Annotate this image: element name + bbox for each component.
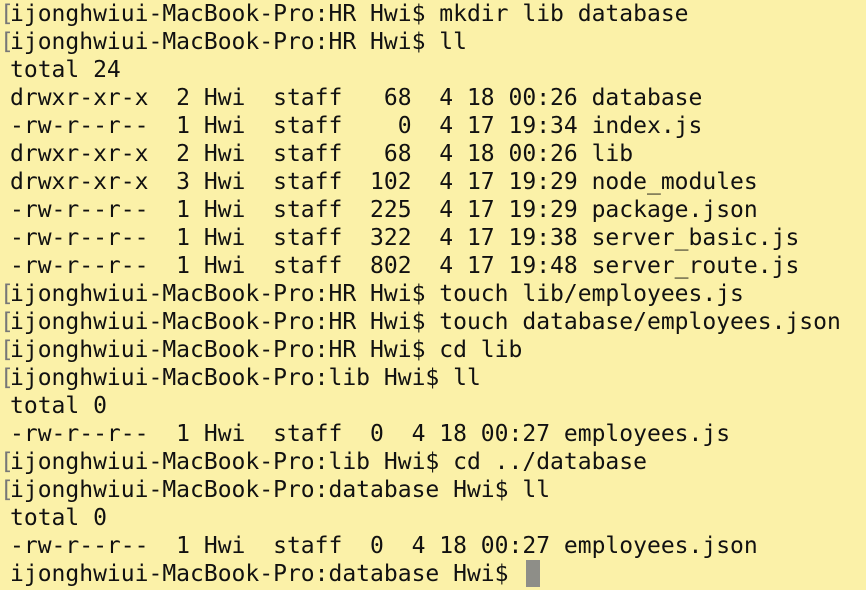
line-marker: [: [0, 281, 14, 307]
directory-entry: -rw-r--r-- 1 Hwi staff 0 4 18 00:27 empl…: [10, 533, 758, 559]
line-marker: [: [0, 309, 14, 335]
directory-entry: drwxr-xr-x 2 Hwi staff 68 4 18 00:26 dat…: [10, 85, 703, 111]
terminal-line: drwxr-xr-x 3 Hwi staff 102 4 17 19:29 no…: [0, 168, 758, 196]
terminal-line: [ijonghwiui-MacBook-Pro:HR Hwi$ touch li…: [0, 280, 744, 308]
command-text: ijonghwiui-MacBook-Pro:HR Hwi$ touch lib…: [10, 281, 744, 307]
terminal-line: drwxr-xr-x 2 Hwi staff 68 4 18 00:26 dat…: [0, 84, 702, 112]
terminal-line: total 0: [0, 504, 107, 532]
terminal-prompt-line[interactable]: ijonghwiui-MacBook-Pro:database Hwi$: [0, 560, 541, 588]
text-cursor: [526, 560, 541, 587]
terminal-line: [ijonghwiui-MacBook-Pro:HR Hwi$ cd lib: [0, 336, 522, 364]
command-text: ijonghwiui-MacBook-Pro:HR Hwi$ touch dat…: [10, 309, 841, 335]
command-text: ijonghwiui-MacBook-Pro:lib Hwi$ ll: [10, 365, 481, 391]
prompt-text: ijonghwiui-MacBook-Pro:database Hwi$: [10, 561, 523, 587]
directory-entry: -rw-r--r-- 1 Hwi staff 802 4 17 19:48 se…: [10, 253, 800, 279]
terminal-line: -rw-r--r-- 1 Hwi staff 225 4 17 19:29 pa…: [0, 196, 758, 224]
terminal-line: total 24: [0, 56, 121, 84]
directory-entry: -rw-r--r-- 1 Hwi staff 322 4 17 19:38 se…: [10, 225, 800, 251]
command-text: ijonghwiui-MacBook-Pro:HR Hwi$ ll: [10, 29, 467, 55]
line-marker: [: [0, 1, 14, 27]
terminal-line: -rw-r--r-- 1 Hwi staff 0 4 18 00:27 empl…: [0, 532, 758, 560]
directory-entry: -rw-r--r-- 1 Hwi staff 0 4 18 00:27 empl…: [10, 421, 731, 447]
directory-entry: -rw-r--r-- 1 Hwi staff 225 4 17 19:29 pa…: [10, 197, 758, 223]
directory-entry: -rw-r--r-- 1 Hwi staff 0 4 17 19:34 inde…: [10, 113, 703, 139]
terminal-line: -rw-r--r-- 1 Hwi staff 0 4 18 00:27 empl…: [0, 420, 730, 448]
line-marker: [: [0, 449, 14, 475]
command-text: ijonghwiui-MacBook-Pro:lib Hwi$ cd ../da…: [10, 449, 647, 475]
terminal-line: -rw-r--r-- 1 Hwi staff 0 4 17 19:34 inde…: [0, 112, 702, 140]
terminal-line: total 0: [0, 392, 107, 420]
terminal-line: -rw-r--r-- 1 Hwi staff 802 4 17 19:48 se…: [0, 252, 799, 280]
command-text: ijonghwiui-MacBook-Pro:database Hwi$ ll: [10, 477, 551, 503]
line-marker: [: [0, 477, 14, 503]
line-marker: [: [0, 365, 14, 391]
directory-entry: drwxr-xr-x 2 Hwi staff 68 4 18 00:26 lib: [10, 141, 634, 167]
terminal-line: [ijonghwiui-MacBook-Pro:HR Hwi$ ll: [0, 28, 467, 56]
command-text: ijonghwiui-MacBook-Pro:HR Hwi$ mkdir lib…: [10, 1, 689, 27]
line-marker: [: [0, 337, 14, 363]
terminal-line: [ijonghwiui-MacBook-Pro:lib Hwi$ ll: [0, 364, 481, 392]
output-text: total 0: [10, 505, 107, 531]
terminal-line: [ijonghwiui-MacBook-Pro:lib Hwi$ cd ../d…: [0, 448, 647, 476]
terminal-line: [ijonghwiui-MacBook-Pro:HR Hwi$ mkdir li…: [0, 0, 689, 28]
output-text: total 24: [10, 57, 121, 83]
terminal-line: [ijonghwiui-MacBook-Pro:HR Hwi$ touch da…: [0, 308, 841, 336]
terminal-line: -rw-r--r-- 1 Hwi staff 322 4 17 19:38 se…: [0, 224, 799, 252]
terminal-line: drwxr-xr-x 2 Hwi staff 68 4 18 00:26 lib: [0, 140, 633, 168]
terminal-line: [ijonghwiui-MacBook-Pro:database Hwi$ ll: [0, 476, 550, 504]
command-text: ijonghwiui-MacBook-Pro:HR Hwi$ cd lib: [10, 337, 523, 363]
line-marker: [: [0, 29, 14, 55]
terminal-window[interactable]: [ijonghwiui-MacBook-Pro:HR Hwi$ mkdir li…: [0, 0, 866, 590]
directory-entry: drwxr-xr-x 3 Hwi staff 102 4 17 19:29 no…: [10, 169, 758, 195]
output-text: total 0: [10, 393, 107, 419]
